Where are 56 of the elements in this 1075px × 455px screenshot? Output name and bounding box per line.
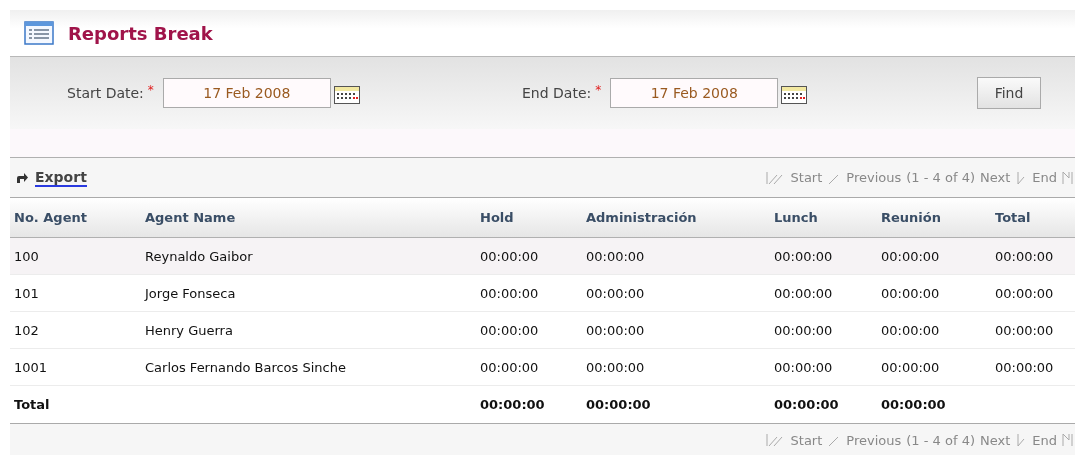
table-cell: 00:00:00 [774,311,881,349]
end-link[interactable]: End [1032,170,1057,185]
total-cell: 00:00:00 [480,385,586,423]
calendar-icon [333,86,360,104]
page-range: (1 - 4 of 4) [906,170,975,185]
next-link[interactable]: Next [980,432,1011,448]
find-button[interactable]: Find [977,77,1041,109]
start-link[interactable]: Start [790,170,823,185]
table-cell: 102 [10,311,145,349]
table-cell: 101 [10,274,145,312]
table-cell: 00:00:00 [881,348,995,386]
date-field[interactable]: 17 Feb 2008 [162,78,331,108]
total-label: Total [10,385,145,423]
list-icon [24,21,54,45]
table-cell: 00:00:00 [995,274,1075,312]
page-range: (1 - 4 of 4) [906,432,975,448]
total-cell: 00:00:00 [881,385,995,423]
table-cell: 00:00:00 [586,274,774,312]
total-cell: 00:00:00 [586,385,774,423]
table-cell: 00:00:00 [480,348,586,386]
table-cell: 00:00:00 [881,311,995,349]
arrow-icon [16,171,29,184]
calendar-icon [781,86,808,104]
required-mark: * [595,83,602,97]
date-field[interactable]: 17 Feb 2008 [610,78,779,108]
table-cell: 00:00:00 [995,311,1075,349]
table-cell: 100 [10,237,145,275]
table-cell: 00:00:00 [586,311,774,349]
page-title: Reports Break [68,22,213,44]
table-cell: 00:00:00 [586,348,774,386]
next-link[interactable]: Next [980,170,1011,185]
total-cell: 00:00:00 [774,385,881,423]
table-cell: 00:00:00 [995,348,1075,386]
table-cell: Henry Guerra [145,311,480,349]
table-cell: Jorge Fonseca [145,274,480,312]
table-cell: 00:00:00 [995,237,1075,275]
field-label: End Date: [522,85,592,101]
table-cell: 00:00:00 [586,237,774,275]
start-link[interactable]: Start [790,432,823,448]
previous-link[interactable]: Previous [846,170,902,185]
end-link[interactable]: End [1032,432,1057,448]
required-mark: * [147,83,154,97]
table-cell: 00:00:00 [774,348,881,386]
table-cell: 1001 [10,348,145,386]
table-cell: 00:00:00 [480,274,586,312]
table-cell: 00:00:00 [480,237,586,275]
table-cell: Reynaldo Gaibor [145,237,480,275]
table-cell: Carlos Fernando Barcos Sinche [145,348,480,386]
table-cell: 00:00:00 [774,237,881,275]
table-cell: 00:00:00 [480,311,586,349]
export-link[interactable]: Export [35,168,87,187]
table-cell: 00:00:00 [774,274,881,312]
table-cell: 00:00:00 [881,274,995,312]
previous-link[interactable]: Previous [846,432,902,448]
field-label: Start Date: [67,85,144,101]
table-cell: 00:00:00 [881,237,995,275]
